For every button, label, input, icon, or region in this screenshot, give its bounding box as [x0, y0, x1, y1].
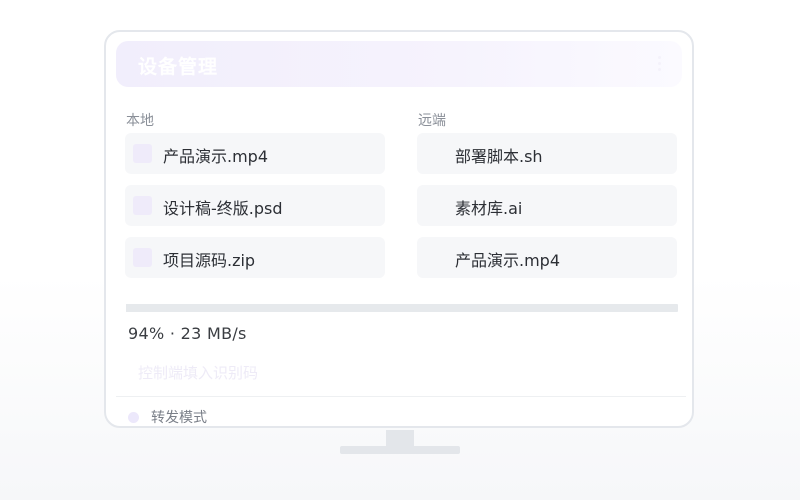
file-name: 产品演示.mp4: [163, 147, 269, 166]
identification-code-input[interactable]: [126, 358, 570, 388]
relay-mode-toggle[interactable]: 转发模式: [128, 407, 207, 427]
monitor-stand-base: [340, 446, 460, 454]
remote-file-item[interactable]: 产品演示.mp4: [417, 237, 677, 278]
file-checkbox[interactable]: [133, 196, 152, 215]
local-file-item[interactable]: 项目源码.zip: [125, 237, 385, 278]
file-name: 设计稿-终版.psd: [163, 199, 283, 218]
local-file-list: 产品演示.mp4 设计稿-终版.psd 项目源码.zip: [125, 133, 385, 289]
local-file-item[interactable]: 产品演示.mp4: [125, 133, 385, 174]
local-file-item[interactable]: 设计稿-终版.psd: [125, 185, 385, 226]
more-menu-icon[interactable]: [652, 56, 666, 72]
remote-column-label: 远端: [418, 113, 446, 129]
local-column-label: 本地: [126, 113, 154, 129]
remote-file-item[interactable]: 部署脚本.sh: [417, 133, 677, 174]
header-banner: 设备管理: [116, 41, 682, 87]
file-checkbox[interactable]: [133, 144, 152, 163]
page-title: 设备管理: [138, 56, 219, 78]
transfer-progress-bar: [126, 304, 678, 312]
file-name: 项目源码.zip: [163, 251, 256, 270]
remote-file-list: 部署脚本.sh 素材库.ai 产品演示.mp4: [417, 133, 677, 289]
transfer-status: 94% · 23 MB/s: [128, 324, 247, 343]
remote-file-item[interactable]: 素材库.ai: [417, 185, 677, 226]
file-checkbox[interactable]: [133, 248, 152, 267]
file-name: 产品演示.mp4: [455, 251, 561, 270]
file-name: 素材库.ai: [455, 199, 523, 218]
relay-mode-label: 转发模式: [151, 410, 207, 426]
transfer-progress-fill: [126, 304, 645, 312]
radio-dot-icon[interactable]: [128, 411, 139, 423]
divider: [116, 396, 686, 397]
file-name: 部署脚本.sh: [455, 147, 543, 166]
monitor-frame: 设备管理 本地 远端 产品演示.mp4 设计稿-终版.psd 项目源码.zip …: [104, 30, 694, 428]
